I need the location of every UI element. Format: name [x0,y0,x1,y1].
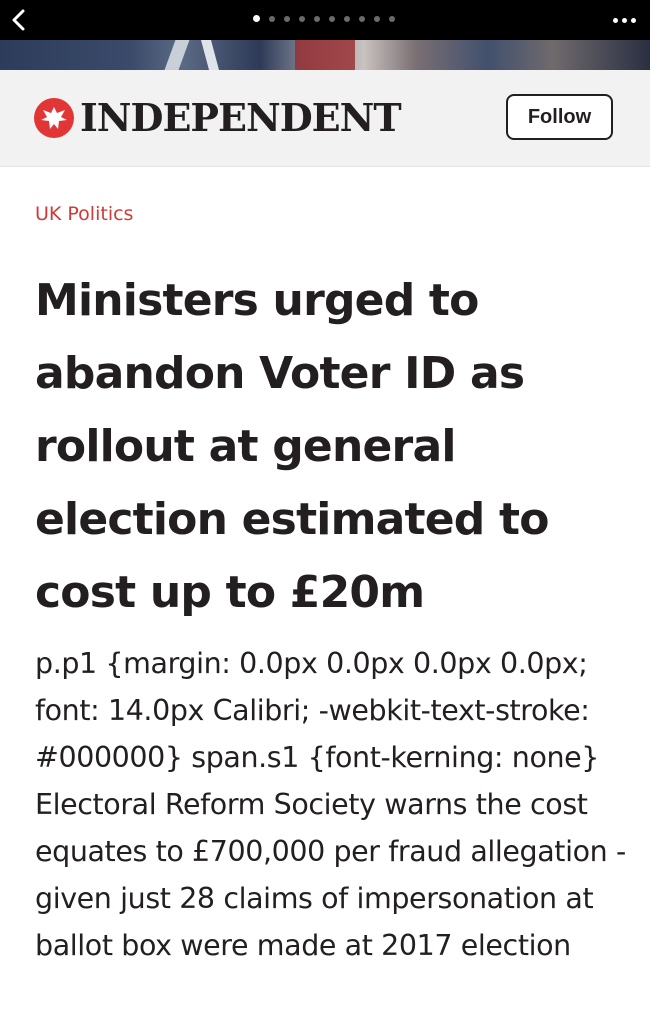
ellipsis-icon [613,17,618,23]
page-dot [284,15,290,22]
section-label[interactable]: UK Politics [35,203,133,225]
page-dot [253,15,260,22]
more-options-button[interactable] [613,11,636,29]
publisher-name: INDEPENDENT [80,95,402,140]
page-dot [374,15,380,22]
page-dot [389,15,395,22]
top-nav-bar [0,0,650,40]
page-dot [359,15,365,22]
page-dot [344,15,350,22]
back-button[interactable] [6,6,34,34]
article-headline: Ministers urged to abandon Voter ID as r… [35,275,549,618]
page-dot [269,15,275,22]
follow-button[interactable]: Follow [506,94,613,140]
page-dot [314,15,320,22]
eagle-icon [34,98,74,138]
publisher-logo[interactable]: INDEPENDENT [34,95,402,140]
publisher-header: INDEPENDENT Follow [0,70,650,167]
chevron-left-icon [12,9,25,31]
page-dot [299,15,305,22]
ellipsis-icon [622,17,627,23]
ellipsis-icon [631,17,636,23]
article-summary: p.p1 {margin: 0.0px 0.0px 0.0px 0.0px; f… [35,647,626,962]
page-dot [329,15,335,22]
hero-image [0,40,650,70]
page-indicator [253,15,395,22]
